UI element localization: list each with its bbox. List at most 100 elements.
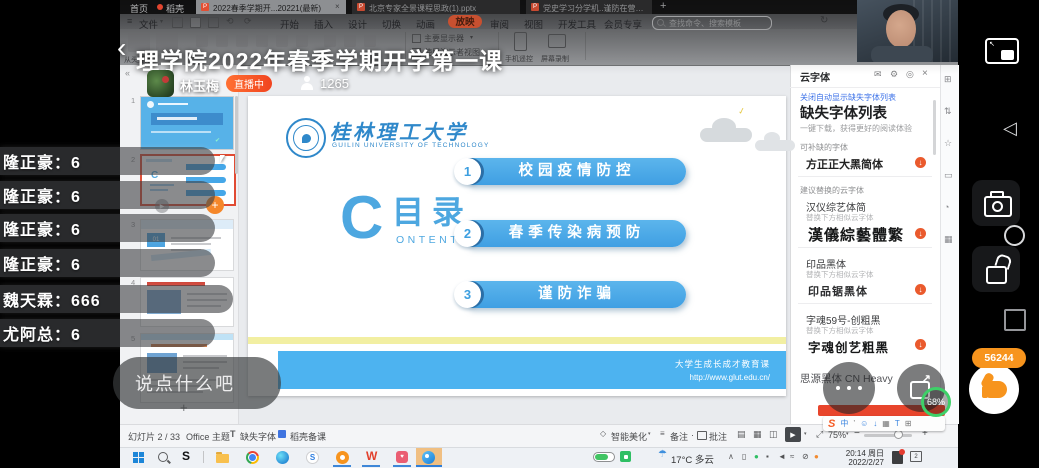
cloud-download-icon[interactable]: ↓ [915,339,926,350]
favorites-panel-icon[interactable]: ☆ [944,138,952,149]
files-panel-icon[interactable]: ▭ [944,170,953,181]
like-button[interactable] [969,364,1019,414]
slide-thumbnail-1[interactable]: ✔ [140,96,234,150]
menu-item-slideshow-active[interactable]: 放映 [448,15,482,28]
zoom-slider-knob[interactable] [894,430,903,439]
chrome-icon[interactable] [246,451,259,464]
app-icon-orange[interactable] [336,451,349,464]
chevron-down-icon[interactable]: ▾ [846,431,849,437]
android-recents-button[interactable] [1004,309,1026,331]
comments-label[interactable]: 批注 [709,430,727,443]
windows-start-button[interactable] [133,452,144,463]
tab-close-icon[interactable]: × [335,2,340,11]
android-home-button[interactable] [1004,225,1025,246]
swap-panel-icon[interactable]: ⇅ [944,106,952,117]
android-back-button[interactable]: ◁ [1003,118,1017,139]
print-icon[interactable] [208,17,219,28]
tray-expand-icon[interactable]: ∧ [728,452,734,461]
sogou-lang-icon[interactable]: 中 [840,418,848,429]
gallery-panel-icon[interactable]: ▦ [944,234,953,245]
sogou-punct-icon[interactable]: ’ [853,419,855,428]
menu-file[interactable]: 文件 [139,17,158,31]
sogou-emoji-icon[interactable]: ☺ [860,419,868,428]
replacement-font-name[interactable]: 字魂创艺粗黑 [808,337,889,356]
menu-item-review[interactable]: 审阅 [490,17,509,31]
thumb-scrollbar[interactable] [235,96,238,174]
chat-input[interactable]: 说点什么吧 [113,357,281,409]
cloud-download-icon[interactable]: ↓ [915,284,926,295]
zoom-slider-track[interactable] [864,434,912,437]
notes-label[interactable]: 备注 [670,430,688,443]
hamburger-icon[interactable]: ≡ [127,16,132,26]
menu-item-animation[interactable]: 动画 [416,17,435,31]
streamer-avatar[interactable] [147,70,174,97]
power-widget-icon[interactable] [620,451,631,462]
tray-phone-icon[interactable]: ▯ [742,452,746,461]
menu-item-membership[interactable]: 会员专享 [604,17,642,31]
menu-item-home[interactable]: 开始 [280,17,299,31]
tray-green-icon[interactable]: ● [754,452,759,461]
more-options-button[interactable] [823,362,875,414]
tray-volume-icon[interactable]: ◄ [778,452,786,461]
sogou-download-icon[interactable]: ↓ [873,419,877,428]
menu-item-devtools[interactable]: 开发工具 [558,17,596,31]
doc-tab-2[interactable]: P 北京专家全景课程思政(1).pptx [352,0,520,14]
screenshot-button[interactable] [972,180,1020,226]
sogou-toolbox-icon[interactable]: ⊞ [905,419,912,428]
weather-umbrella-icon[interactable]: ☂ [658,449,667,460]
pip-icon[interactable]: ↖ [985,38,1019,64]
screen-lock-button[interactable] [972,246,1020,292]
share-panel-icon[interactable]: ⊞ [944,74,952,85]
phone-remote-icon[interactable] [514,32,527,51]
docer-prep-label[interactable]: 稻壳备课 [290,430,326,443]
new-tab-button[interactable]: + [660,0,666,12]
menu-item-insert[interactable]: 插入 [314,17,333,31]
normal-view-icon[interactable]: ▤ [737,429,746,440]
app-icon-pink[interactable]: ♥ [396,451,408,463]
replacement-font-name[interactable]: 漢儀綜藝體繁 [808,224,904,245]
back-button[interactable]: ‹ [117,34,126,62]
sogou-input-bar[interactable]: S 中 ’ ☺ ↓ ▦ T ⊞ [823,416,945,431]
beautify-label[interactable]: 智能美化 [611,430,647,443]
menu-item-transition[interactable]: 切换 [382,17,401,31]
cloud-sync-icon[interactable]: ↻ [820,15,828,26]
tray-pin-icon[interactable]: ⊘ [802,452,809,461]
pane-scrollbar[interactable] [933,100,936,155]
tray-app-icon[interactable]: ▪ [766,452,769,461]
search-box[interactable]: 查找命令、搜索模板 [652,16,772,30]
sorter-view-icon[interactable]: ▦ [753,429,762,440]
undo-icon[interactable]: ⟲ [226,16,234,27]
comment-count-icon[interactable]: 2 [910,451,922,462]
cloud-download-icon[interactable]: ↓ [915,228,926,239]
sogou-skin-icon[interactable]: T [895,419,900,428]
new-doc-icon[interactable] [172,17,183,28]
chevron-down-icon[interactable]: ▾ [804,431,807,437]
tab-docer[interactable]: 稻壳 [166,2,184,15]
cloud-download-icon[interactable]: ↓ [915,157,926,168]
wps-taskbar-icon[interactable]: W [366,449,377,463]
sogou-keyboard-icon[interactable]: ▦ [882,419,890,428]
edge-icon[interactable] [276,451,289,464]
battery-widget-icon[interactable] [593,452,615,462]
tray-orange-icon[interactable]: ● [814,452,819,461]
screen-record-icon[interactable] [548,34,566,48]
taskbar-clock[interactable]: 20:14 周日 2022/2/27 [832,449,884,467]
fit-screen-icon[interactable]: ⤢ [816,429,823,440]
zoom-percent[interactable]: 75% [828,430,846,440]
weather-text[interactable]: 17°C 多云 [671,452,714,466]
theme-label[interactable]: Office 主题 [186,430,230,443]
slide-canvas[interactable]: 桂林理工大学 GUILIN UNIVERSITY OF TECHNOLOGY ✓… [248,96,786,396]
menu-item-design[interactable]: 设计 [348,17,367,31]
replacement-font-name[interactable]: 印品锯黑体 [808,283,868,299]
slideshow-play-button[interactable]: ▶ [785,427,801,442]
tab-home[interactable]: 首页 [130,2,148,15]
tray-network-icon[interactable]: ≈ [790,452,794,461]
redo-icon[interactable]: ⟳ [244,16,252,27]
history-panel-icon[interactable]: ◔ [944,202,949,212]
webcam-view[interactable] [857,0,958,62]
doc-tab-active[interactable]: P 2022春季学期开...20221(最新) × [196,0,346,14]
menu-item-view[interactable]: 视图 [524,17,543,31]
sogou-taskbar-icon[interactable]: S [182,449,190,463]
save-icon[interactable] [190,17,201,28]
missing-font-status[interactable]: 缺失字体 [240,430,276,443]
